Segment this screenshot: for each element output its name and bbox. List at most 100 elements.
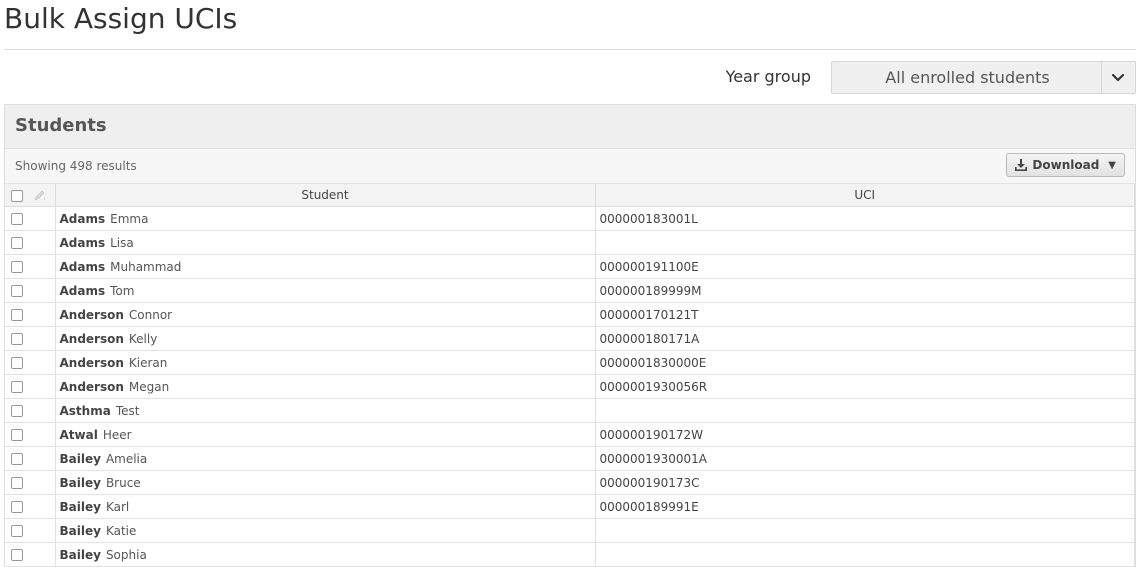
table-row[interactable]: Adams Lisa (5, 230, 1135, 255)
results-toolbar: Showing 498 results Download ▼ (5, 149, 1135, 184)
download-icon (1015, 159, 1028, 171)
row-select-cell (5, 398, 56, 423)
row-checkbox[interactable] (11, 501, 23, 513)
uci-cell[interactable]: 000000189991E (595, 494, 1135, 519)
student-name-cell: Anderson Kieran (55, 350, 596, 375)
uci-cell[interactable] (595, 398, 1135, 423)
row-checkbox[interactable] (11, 405, 23, 417)
student-surname: Bailey (59, 523, 101, 538)
student-surname: Bailey (59, 451, 101, 466)
student-name-cell: Adams Muhammad (55, 254, 596, 279)
download-button[interactable]: Download ▼ (1006, 153, 1125, 177)
row-select-cell (5, 350, 56, 375)
year-group-selected-value: All enrolled students (885, 68, 1050, 87)
table-row[interactable]: Bailey Karl 000000189991E (5, 494, 1135, 519)
table-row[interactable]: Adams Muhammad 000000191100E (5, 254, 1135, 279)
table-row[interactable]: Bailey Sophia (5, 542, 1135, 567)
row-checkbox[interactable] (11, 333, 23, 345)
row-checkbox[interactable] (11, 477, 23, 489)
table-row[interactable]: Bailey Amelia 0000001930001A (5, 446, 1135, 471)
student-forename: Tom (110, 283, 135, 298)
student-name-cell: Anderson Kelly (55, 326, 596, 351)
student-column-header[interactable]: Student (55, 184, 596, 207)
student-forename: Amelia (105, 451, 148, 466)
caret-down-icon: ▼ (1108, 159, 1116, 171)
student-forename: Sophia (105, 547, 147, 562)
row-select-cell (5, 230, 56, 255)
table-row[interactable]: Anderson Kelly 000000180171A (5, 326, 1135, 351)
uci-cell[interactable]: 000000170121T (595, 302, 1135, 327)
uci-cell[interactable]: 0000001930001A (595, 446, 1135, 471)
student-forename: Connor (128, 307, 173, 322)
select-all-checkbox[interactable] (11, 189, 23, 202)
row-checkbox[interactable] (11, 261, 23, 273)
table-row[interactable]: Adams Emma 000000183001L (5, 206, 1135, 231)
row-select-cell (5, 302, 56, 327)
row-select-cell (5, 494, 56, 519)
student-surname: Adams (59, 211, 106, 226)
row-checkbox[interactable] (11, 525, 23, 537)
uci-cell[interactable]: 000000190173C (595, 470, 1135, 495)
table-body: Adams Emma 000000183001L Adams Lisa Adams Muha… (5, 206, 1135, 567)
table-row[interactable]: Anderson Megan 0000001930056R (5, 374, 1135, 399)
uci-column-header[interactable]: UCI (595, 184, 1135, 207)
year-group-select[interactable]: All enrolled students (831, 61, 1136, 94)
row-checkbox[interactable] (11, 357, 23, 369)
row-checkbox[interactable] (11, 429, 23, 441)
row-checkbox[interactable] (11, 453, 23, 465)
student-forename: Emma (110, 211, 149, 226)
student-surname: Adams (59, 235, 106, 250)
uci-cell[interactable]: 000000189999M (595, 278, 1135, 303)
uci-cell[interactable]: 0000001930056R (595, 374, 1135, 399)
student-forename: Megan (128, 379, 170, 394)
row-select-cell (5, 470, 56, 495)
uci-cell[interactable] (595, 230, 1135, 255)
student-name-cell: Adams Emma (55, 206, 596, 231)
table-row[interactable]: Asthma Test (5, 398, 1135, 423)
student-surname: Bailey (59, 547, 101, 562)
table-row[interactable]: Anderson Kieran 0000001830000E (5, 350, 1135, 375)
table-row[interactable]: Adams Tom 000000189999M (5, 278, 1135, 303)
row-checkbox[interactable] (11, 309, 23, 321)
uci-cell[interactable] (595, 518, 1135, 543)
row-checkbox[interactable] (11, 549, 23, 561)
download-label: Download (1032, 158, 1100, 172)
row-select-cell (5, 518, 56, 543)
row-checkbox[interactable] (11, 237, 23, 249)
uci-cell[interactable]: 000000191100E (595, 254, 1135, 279)
student-surname: Bailey (59, 499, 101, 514)
select-toggle[interactable] (1101, 62, 1135, 93)
uci-cell[interactable] (595, 542, 1135, 567)
uci-cell[interactable]: 000000180171A (595, 326, 1135, 351)
year-group-label: Year group (725, 67, 811, 86)
student-name-cell: Adams Lisa (55, 230, 596, 255)
row-checkbox[interactable] (11, 381, 23, 393)
student-surname: Anderson (59, 331, 124, 346)
student-name-cell: Atwal Heer (55, 422, 596, 447)
student-name-cell: Anderson Connor (55, 302, 596, 327)
student-surname: Adams (59, 259, 106, 274)
panel-title: Students (15, 115, 107, 136)
student-surname: Anderson (59, 307, 124, 322)
row-select-cell (5, 278, 56, 303)
row-select-cell (5, 422, 56, 447)
table-row[interactable]: Atwal Heer 000000190172W (5, 422, 1135, 447)
table-row[interactable]: Bailey Bruce 000000190173C (5, 470, 1135, 495)
student-surname: Atwal (59, 427, 98, 442)
uci-cell[interactable]: 0000001830000E (595, 350, 1135, 375)
student-surname: Asthma (59, 403, 111, 418)
results-count: Showing 498 results (15, 159, 137, 173)
panel-header: Students (5, 105, 1135, 149)
uci-cell[interactable]: 000000183001L (595, 206, 1135, 231)
student-forename: Heer (102, 427, 132, 442)
pencil-icon[interactable] (33, 190, 47, 202)
student-name-cell: Adams Tom (55, 278, 596, 303)
table-row[interactable]: Bailey Katie (5, 518, 1135, 543)
student-surname: Anderson (59, 355, 124, 370)
row-select-cell (5, 254, 56, 279)
row-checkbox[interactable] (11, 285, 23, 297)
students-panel: Students Showing 498 results Download ▼ (4, 104, 1136, 567)
table-row[interactable]: Anderson Connor 000000170121T (5, 302, 1135, 327)
uci-cell[interactable]: 000000190172W (595, 422, 1135, 447)
row-checkbox[interactable] (11, 213, 23, 225)
